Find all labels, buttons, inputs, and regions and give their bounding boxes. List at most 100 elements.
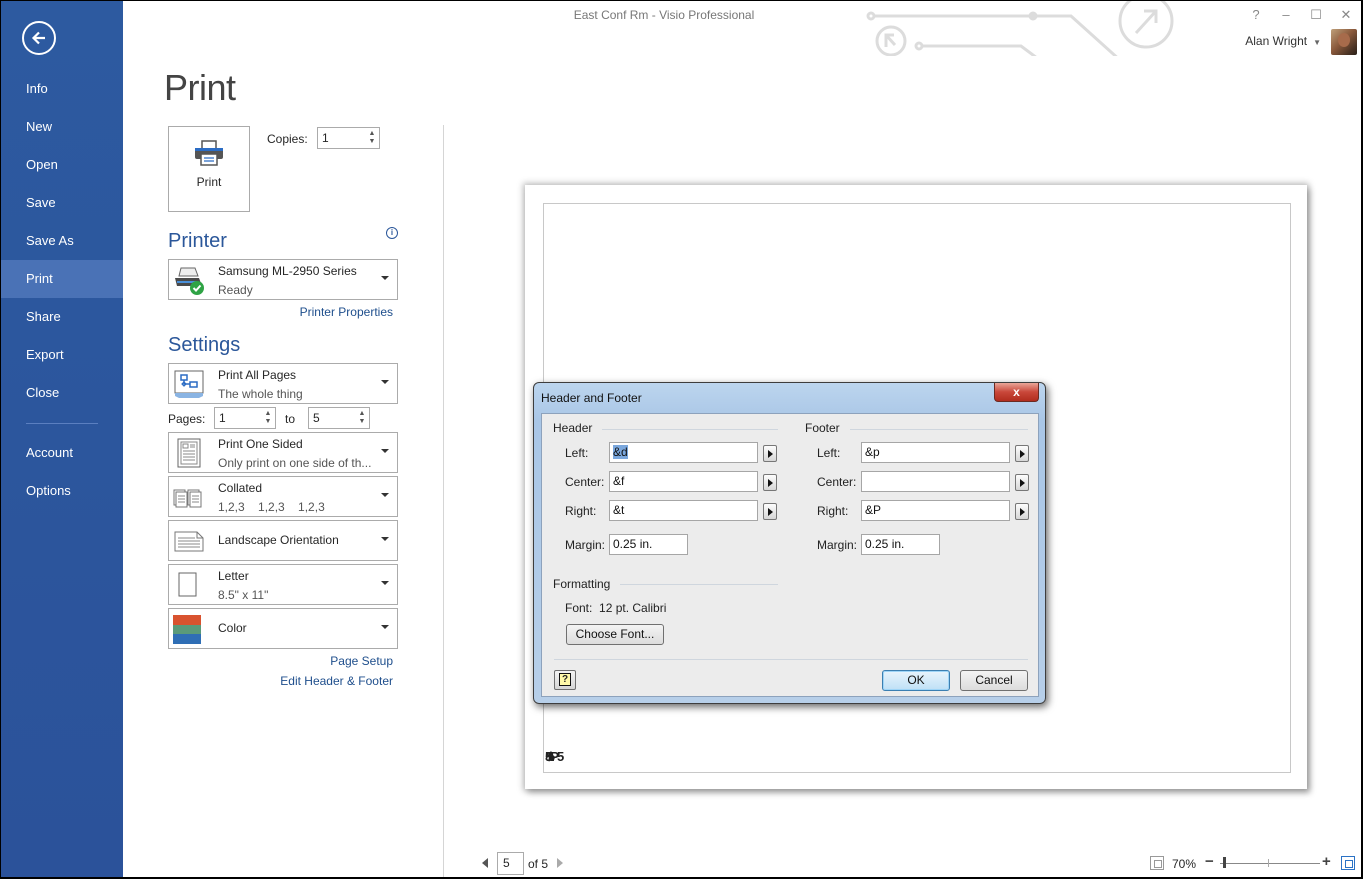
sidebar-item-save[interactable]: Save bbox=[1, 184, 123, 222]
dialog-body: Header Left: &d Center: &f Right: &t Mar… bbox=[541, 413, 1039, 697]
color-dropdown[interactable]: Color bbox=[168, 608, 398, 649]
diagram-pages-icon bbox=[174, 370, 204, 398]
pages-label: Pages: bbox=[168, 412, 206, 426]
footer-group-line bbox=[850, 429, 1028, 430]
printer-heading: Printer bbox=[168, 230, 227, 252]
dropdown-caret-icon bbox=[381, 581, 389, 585]
footer-right-insert-button[interactable] bbox=[1015, 503, 1029, 520]
printer-dropdown[interactable]: Samsung ML-2950 Series Ready bbox=[168, 259, 398, 300]
header-group-line bbox=[602, 429, 778, 430]
paper-size-dropdown[interactable]: Letter 8.5" x 11" bbox=[168, 564, 398, 605]
zoom-slider-track[interactable] bbox=[1220, 863, 1320, 864]
print-pages-title: Print All Pages bbox=[218, 368, 297, 382]
color-title: Color bbox=[218, 621, 247, 635]
header-center-insert-button[interactable] bbox=[763, 474, 777, 491]
zoom-level[interactable]: 70% bbox=[1172, 857, 1196, 871]
sidebar-item-export[interactable]: Export bbox=[1, 336, 123, 374]
printer-properties-link[interactable]: Printer Properties bbox=[300, 305, 393, 319]
dialog-help-button[interactable]: ? bbox=[554, 670, 576, 690]
sidebar-item-info[interactable]: Info bbox=[1, 70, 123, 108]
pane-divider bbox=[443, 125, 444, 877]
collation-dropdown[interactable]: Collated 1,2,3 1,2,3 1,2,3 bbox=[168, 476, 398, 517]
pages-to-value: 5 bbox=[313, 411, 320, 425]
color-swatch-icon bbox=[173, 615, 201, 644]
copies-input[interactable]: 1 ▲ ▼ bbox=[317, 127, 380, 149]
footer-left-input[interactable]: &p bbox=[861, 442, 1010, 463]
collation-subtitle: 1,2,3 1,2,3 1,2,3 bbox=[218, 500, 325, 514]
print-button[interactable]: Print bbox=[168, 126, 250, 212]
footer-margin-label: Margin: bbox=[817, 538, 858, 552]
header-margin-input[interactable]: 0.25 in. bbox=[609, 534, 688, 555]
close-window-button[interactable]: ✕ bbox=[1339, 7, 1353, 23]
edit-header-footer-link[interactable]: Edit Header & Footer bbox=[280, 674, 393, 688]
pages-from-input[interactable]: 1 ▲ ▼ bbox=[214, 407, 276, 429]
header-left-insert-button[interactable] bbox=[763, 445, 777, 462]
sidebar-item-save-as[interactable]: Save As bbox=[1, 222, 123, 260]
help-button[interactable]: ? bbox=[1249, 7, 1263, 23]
sidebar-item-print[interactable]: Print bbox=[1, 260, 123, 298]
print-sides-dropdown[interactable]: Print One Sided Only print on one side o… bbox=[168, 432, 398, 473]
page-setup-link[interactable]: Page Setup bbox=[330, 654, 393, 668]
sidebar-item-account[interactable]: Account bbox=[1, 434, 123, 472]
header-center-label: Center: bbox=[565, 475, 605, 489]
zoom-to-page-icon[interactable] bbox=[1341, 856, 1355, 870]
footer-left-label: Left: bbox=[817, 446, 841, 460]
info-icon[interactable]: i bbox=[386, 227, 398, 239]
dialog-close-button[interactable]: x bbox=[994, 383, 1039, 402]
sidebar-item-new[interactable]: New bbox=[1, 108, 123, 146]
back-arrow-icon bbox=[31, 31, 45, 45]
pages-to-input[interactable]: 5 ▲ ▼ bbox=[308, 407, 370, 429]
print-button-label: Print bbox=[196, 175, 222, 189]
spinner-arrows-icon[interactable]: ▲ ▼ bbox=[357, 410, 367, 426]
dropdown-caret-icon bbox=[381, 380, 389, 384]
next-page-arrow-icon[interactable] bbox=[557, 858, 563, 868]
footer-margin-input[interactable]: 0.25 in. bbox=[861, 534, 940, 555]
spinner-arrows-icon[interactable]: ▲ ▼ bbox=[263, 410, 273, 426]
print-sides-subtitle: Only print on one side of th... bbox=[218, 456, 372, 470]
settings-heading: Settings bbox=[168, 334, 241, 356]
header-right-insert-button[interactable] bbox=[763, 503, 777, 520]
zoom-out-button[interactable]: − bbox=[1205, 853, 1214, 870]
caret-down-icon: ▼ bbox=[1313, 38, 1321, 47]
header-center-input[interactable]: &f bbox=[609, 471, 758, 492]
spinner-arrows-icon[interactable]: ▲ ▼ bbox=[367, 130, 377, 146]
previous-page-arrow-icon[interactable] bbox=[482, 858, 488, 868]
show-margins-icon[interactable] bbox=[1150, 856, 1164, 870]
header-left-input[interactable]: &d bbox=[609, 442, 758, 463]
help-icon: ? bbox=[559, 673, 571, 686]
header-right-input[interactable]: &t bbox=[609, 500, 758, 521]
sidebar-item-open[interactable]: Open bbox=[1, 146, 123, 184]
print-pages-dropdown[interactable]: Print All Pages The whole thing bbox=[168, 363, 398, 404]
print-pages-subtitle: The whole thing bbox=[218, 387, 303, 401]
footer-center-label: Center: bbox=[817, 475, 857, 489]
page-count: of 5 bbox=[528, 857, 549, 871]
user-name: Alan Wright bbox=[1245, 34, 1308, 48]
printer-status: Ready bbox=[218, 283, 253, 297]
zoom-in-button[interactable]: + bbox=[1322, 853, 1331, 870]
printer-status-icon bbox=[175, 267, 204, 295]
footer-right-input[interactable]: &P bbox=[861, 500, 1010, 521]
footer-center-insert-button[interactable] bbox=[1015, 474, 1029, 491]
footer-left-insert-button[interactable] bbox=[1015, 445, 1029, 462]
maximize-button[interactable]: ☐ bbox=[1309, 7, 1323, 23]
choose-font-button[interactable]: Choose Font... bbox=[566, 624, 664, 645]
sidebar-item-share[interactable]: Share bbox=[1, 298, 123, 336]
zoom-slider-thumb[interactable] bbox=[1223, 857, 1226, 868]
footer-center-input[interactable] bbox=[861, 471, 1010, 492]
minimize-button[interactable]: – bbox=[1279, 7, 1293, 23]
ok-button[interactable]: OK bbox=[882, 670, 950, 691]
header-group-heading: Header bbox=[553, 421, 593, 435]
current-page-input[interactable]: 5 bbox=[497, 852, 524, 875]
page-title: Print bbox=[164, 67, 236, 108]
letter-page-icon bbox=[178, 572, 197, 597]
dropdown-caret-icon bbox=[381, 537, 389, 541]
user-avatar[interactable] bbox=[1331, 29, 1357, 55]
sidebar-item-close[interactable]: Close bbox=[1, 374, 123, 412]
printer-icon bbox=[195, 140, 223, 166]
copies-value: 1 bbox=[322, 131, 329, 145]
orientation-dropdown[interactable]: Landscape Orientation bbox=[168, 520, 398, 561]
cancel-button[interactable]: Cancel bbox=[960, 670, 1028, 691]
user-account-menu[interactable]: Alan Wright ▼ bbox=[1245, 34, 1321, 48]
back-button[interactable] bbox=[22, 21, 56, 55]
sidebar-item-options[interactable]: Options bbox=[1, 472, 123, 510]
